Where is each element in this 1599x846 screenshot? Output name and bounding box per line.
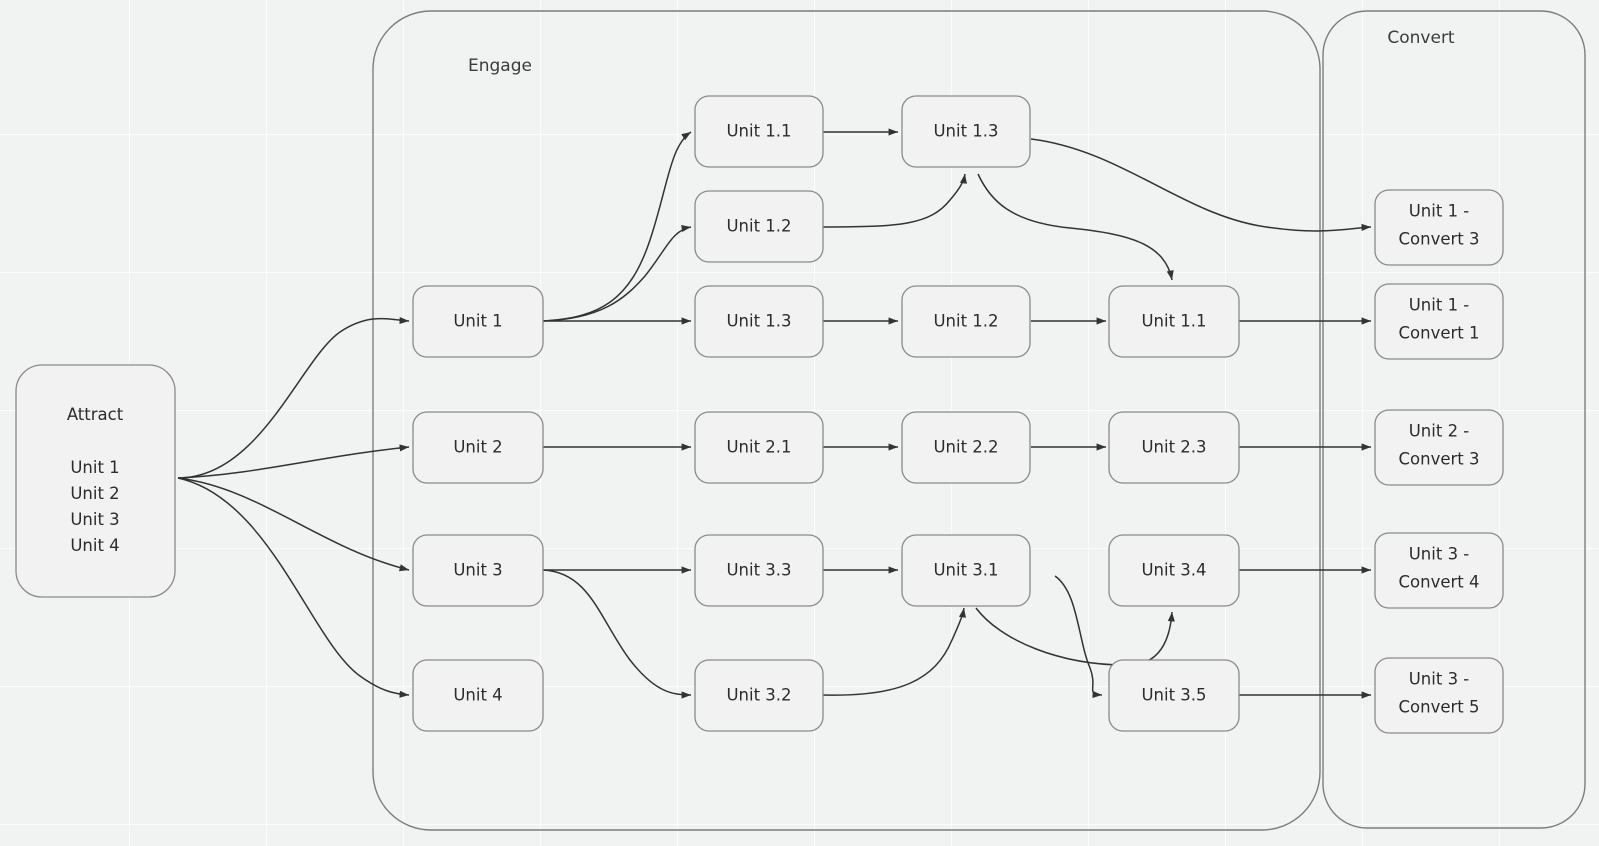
convert-3-5-line1: Unit 3 - bbox=[1409, 670, 1470, 689]
convert-1-1-line1: Unit 1 - bbox=[1409, 296, 1470, 315]
diagram-canvas: Engage Convert Attract Unit 1 Unit 2 Uni… bbox=[0, 0, 1599, 846]
convert-1-3-line1: Unit 1 - bbox=[1409, 202, 1470, 221]
flowchart-svg: Engage Convert Attract Unit 1 Unit 2 Uni… bbox=[15, 10, 1586, 831]
node-unit-1[interactable]: Unit 1 bbox=[412, 285, 544, 358]
edge-u3-2-to-u3-1 bbox=[822, 607, 966, 696]
attract-item-1: Unit 1 bbox=[70, 458, 119, 477]
edge-attract-to-unit4 bbox=[177, 477, 410, 698]
engage-label: Engage bbox=[468, 56, 532, 76]
edge-unit1-to-unit1-1 bbox=[542, 131, 692, 322]
node-convert-3-4[interactable]: Unit 3 - Convert 4 bbox=[1374, 532, 1504, 609]
node-convert-1-3[interactable]: Unit 1 - Convert 3 bbox=[1374, 189, 1504, 266]
attract-title: Attract bbox=[67, 405, 124, 424]
node-attract[interactable]: Attract Unit 1 Unit 2 Unit 3 Unit 4 bbox=[15, 364, 176, 598]
unit-3-3-label: Unit 3.3 bbox=[726, 561, 791, 580]
unit-4-label: Unit 4 bbox=[453, 686, 502, 705]
convert-1-3-line2: Convert 3 bbox=[1399, 230, 1480, 249]
node-unit-1-2-mid[interactable]: Unit 1.2 bbox=[901, 285, 1031, 358]
edge-u3-1-to-u3-5 bbox=[1054, 575, 1103, 699]
convert-3-4-line2: Convert 4 bbox=[1399, 573, 1480, 592]
node-unit-3[interactable]: Unit 3 bbox=[412, 534, 544, 607]
unit-2-1-label: Unit 2.1 bbox=[726, 438, 791, 457]
node-unit-2-2[interactable]: Unit 2.2 bbox=[901, 411, 1031, 484]
attract-item-3: Unit 3 bbox=[70, 510, 119, 529]
unit-2-label: Unit 2 bbox=[453, 438, 502, 457]
convert-3-5-line2: Convert 5 bbox=[1399, 698, 1480, 717]
unit-1-2-top-label: Unit 1.2 bbox=[726, 217, 791, 236]
node-convert-2-3[interactable]: Unit 2 - Convert 3 bbox=[1374, 409, 1504, 486]
unit-1-3-mid-label: Unit 1.3 bbox=[726, 312, 791, 331]
unit-1-1-top-label: Unit 1.1 bbox=[726, 122, 791, 141]
unit-2-3-label: Unit 2.3 bbox=[1141, 438, 1206, 457]
edge-unit1-to-unit1-2 bbox=[542, 224, 692, 322]
unit-1-3-top-label: Unit 1.3 bbox=[933, 122, 998, 141]
node-unit-2[interactable]: Unit 2 bbox=[412, 411, 544, 484]
node-unit-4[interactable]: Unit 4 bbox=[412, 659, 544, 732]
unit-1-label: Unit 1 bbox=[453, 312, 502, 331]
convert-2-3-line1: Unit 2 - bbox=[1409, 422, 1470, 441]
node-unit-1-3-top[interactable]: Unit 1.3 bbox=[901, 95, 1031, 168]
node-unit-3-1[interactable]: Unit 3.1 bbox=[901, 534, 1031, 607]
convert-1-1-line2: Convert 1 bbox=[1399, 324, 1480, 343]
node-unit-1-1-top[interactable]: Unit 1.1 bbox=[694, 95, 824, 168]
unit-3-5-label: Unit 3.5 bbox=[1141, 686, 1206, 705]
unit-1-1-mid-label: Unit 1.1 bbox=[1141, 312, 1206, 331]
node-convert-3-5[interactable]: Unit 3 - Convert 5 bbox=[1374, 657, 1504, 734]
attract-item-4: Unit 4 bbox=[70, 536, 119, 555]
edge-unit1-3-to-unit1-1mid bbox=[977, 173, 1174, 281]
convert-label: Convert bbox=[1387, 28, 1455, 48]
attract-box[interactable] bbox=[15, 364, 176, 598]
attract-item-2: Unit 2 bbox=[70, 484, 119, 503]
node-unit-1-3-mid[interactable]: Unit 1.3 bbox=[694, 285, 824, 358]
unit-2-2-label: Unit 2.2 bbox=[933, 438, 998, 457]
node-unit-3-4[interactable]: Unit 3.4 bbox=[1108, 534, 1240, 607]
node-convert-1-1[interactable]: Unit 1 - Convert 1 bbox=[1374, 283, 1504, 360]
unit-3-label: Unit 3 bbox=[453, 561, 502, 580]
edge-unit1-2-to-unit1-3 bbox=[822, 173, 967, 228]
unit-3-4-label: Unit 3.4 bbox=[1141, 561, 1206, 580]
node-unit-3-5[interactable]: Unit 3.5 bbox=[1108, 659, 1240, 732]
unit-1-2-mid-label: Unit 1.2 bbox=[933, 312, 998, 331]
convert-3-4-line1: Unit 3 - bbox=[1409, 545, 1470, 564]
node-unit-1-2-top[interactable]: Unit 1.2 bbox=[694, 190, 824, 263]
node-unit-2-1[interactable]: Unit 2.1 bbox=[694, 411, 824, 484]
convert-2-3-line2: Convert 3 bbox=[1399, 450, 1480, 469]
node-unit-3-3[interactable]: Unit 3.3 bbox=[694, 534, 824, 607]
node-unit-2-3[interactable]: Unit 2.3 bbox=[1108, 411, 1240, 484]
unit-3-2-label: Unit 3.2 bbox=[726, 686, 791, 705]
edge-attract-to-unit1 bbox=[177, 316, 410, 479]
unit-3-1-label: Unit 3.1 bbox=[933, 561, 998, 580]
edge-u3-5-to-u3-4 bbox=[975, 607, 1175, 666]
edge-attract-to-unit2 bbox=[177, 444, 410, 479]
node-unit-1-1-mid[interactable]: Unit 1.1 bbox=[1108, 285, 1240, 358]
edge-unit3-to-u3-2 bbox=[542, 569, 692, 699]
node-unit-3-2[interactable]: Unit 3.2 bbox=[694, 659, 824, 732]
